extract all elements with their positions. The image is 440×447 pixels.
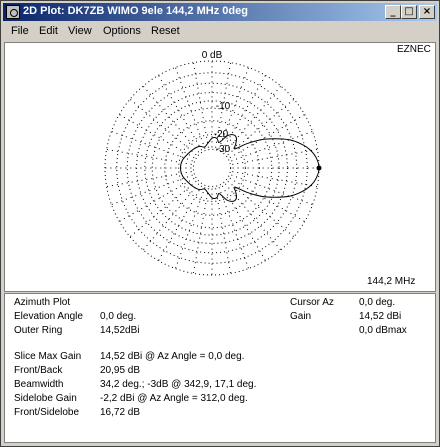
minimize-button[interactable]: _ — [385, 5, 401, 19]
ring-label-30: -30 — [216, 144, 231, 155]
info-slice-max-value: 14,52 dBi @ Az Angle = 0,0 deg. — [100, 351, 245, 362]
info-cursor-az-value: 0,0 deg. — [359, 297, 396, 308]
info-sidelobe-label: Sidelobe Gain — [14, 393, 77, 404]
info-front-back-value: 20,95 dB — [100, 365, 141, 376]
grid-spoke — [232, 148, 318, 165]
info-gain-value: 14,52 dBi — [359, 311, 402, 322]
info-outer-ring-label: Outer Ring — [14, 325, 63, 336]
menu-view[interactable]: View — [68, 25, 92, 37]
cursor-marker[interactable] — [316, 165, 322, 171]
info-panel: Azimuth Plot Elevation Angle 0,0 deg. Ou… — [4, 293, 436, 443]
window-title: 2D Plot: DK7ZB WIMO 9ele 144,2 MHz 0deg — [23, 5, 248, 17]
ring-grid — [104, 60, 320, 276]
grid-spoke — [227, 180, 295, 238]
grid-spoke — [192, 62, 209, 148]
title-bar[interactable]: 2D Plot: DK7ZB WIMO 9ele 144,2 MHz 0deg … — [3, 3, 437, 21]
brand-label: EZNEC — [397, 44, 431, 55]
grid-spoke — [221, 185, 266, 261]
grid-spoke — [111, 174, 193, 206]
info-front-sidelobe-label: Front/Sidelobe — [14, 407, 80, 418]
grid-spoke — [232, 171, 318, 188]
info-slice-max-label: Slice Max Gain — [14, 351, 82, 362]
grid-spoke — [129, 180, 197, 238]
grid-spoke — [106, 148, 192, 165]
info-front-sidelobe-value: 16,72 dB — [100, 407, 141, 418]
grid-spoke — [174, 67, 206, 149]
grid-spoke — [106, 171, 192, 188]
info-elevation-label: Elevation Angle — [14, 311, 83, 322]
ring-label-10: -10 — [216, 101, 231, 112]
grid-spoke — [231, 130, 313, 162]
menu-file[interactable]: File — [11, 25, 29, 37]
frequency-label: 144,2 MHz — [367, 276, 415, 287]
menu-reset[interactable]: Reset — [151, 25, 180, 37]
grid-ring — [136, 92, 288, 244]
info-sidelobe-value: -2,2 dBi @ Az Angle = 312,0 deg. — [100, 393, 248, 404]
grid-spoke — [119, 114, 195, 159]
grid-spoke — [231, 174, 313, 206]
grid-spoke — [221, 75, 266, 151]
polar-plot: 0 dB -10 -20 -30 EZNEC 144,2 MHz — [104, 44, 431, 287]
ring-label-20: -20 — [214, 129, 229, 140]
info-elevation-value: 0,0 deg. — [100, 311, 137, 322]
grid-spoke — [129, 98, 197, 156]
plot-window: 2D Plot: DK7ZB WIMO 9ele 144,2 MHz 0deg … — [0, 0, 440, 447]
polar-plot-area[interactable]: 0 dB -10 -20 -30 EZNEC 144,2 MHz — [4, 42, 436, 292]
grid-spoke — [174, 187, 206, 269]
menu-bar: File Edit View Options Reset — [3, 23, 437, 41]
info-beamwidth-value: 34,2 deg.; -3dB @ 342,9, 17,1 deg. — [100, 379, 257, 390]
info-cursor-az-label: Cursor Az — [290, 297, 334, 308]
grid-ring — [151, 107, 273, 229]
spoke-grid — [105, 61, 319, 275]
grid-spoke — [227, 98, 295, 156]
grid-ring — [104, 60, 320, 276]
grid-spoke — [158, 75, 203, 151]
app-icon[interactable] — [6, 5, 20, 19]
info-front-back-label: Front/Back — [14, 365, 63, 376]
menu-edit[interactable]: Edit — [39, 25, 58, 37]
info-outer-ring-value: 14,52dBi — [100, 325, 140, 336]
ring-label-0db: 0 dB — [202, 50, 223, 61]
grid-spoke — [229, 177, 305, 222]
info-beamwidth-label: Beamwidth — [14, 379, 64, 390]
info-plot-type: Azimuth Plot — [14, 297, 71, 308]
grid-spoke — [119, 177, 195, 222]
grid-spoke — [158, 185, 203, 261]
info-gain-label: Gain — [290, 311, 312, 322]
maximize-button[interactable]: □ — [401, 5, 417, 19]
menu-options[interactable]: Options — [103, 25, 141, 37]
info-gain-dbmax: 0,0 dBmax — [359, 325, 407, 336]
grid-spoke — [192, 188, 209, 274]
grid-spoke — [229, 114, 305, 159]
close-button[interactable]: × — [419, 5, 435, 19]
